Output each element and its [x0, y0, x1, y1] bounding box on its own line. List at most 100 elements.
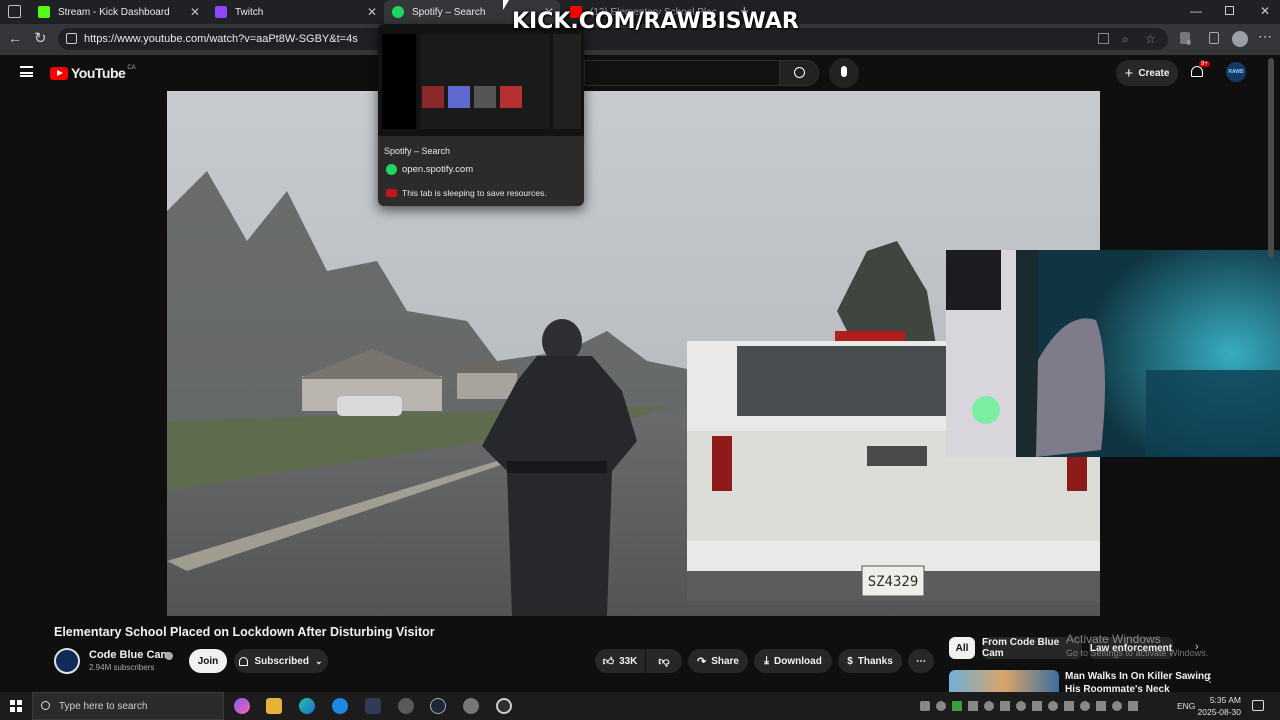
edge-icon[interactable] [299, 698, 315, 714]
plus-icon: + [1124, 64, 1134, 82]
profile-avatar[interactable] [1232, 31, 1248, 47]
thanks-button[interactable]: $ Thanks [838, 649, 902, 673]
voice-search-button[interactable] [829, 58, 859, 88]
tab-twitch[interactable]: Twitch ✕ [207, 0, 383, 24]
download-label: Download [774, 655, 822, 667]
obs-icon[interactable] [496, 698, 512, 714]
thumbs-up-icon: 👍︎ [602, 655, 615, 668]
youtube-header: YouTube CA + Create 9+ RAWB [0, 55, 1280, 91]
app-icon-blue[interactable] [332, 698, 348, 714]
like-count: 33K [619, 655, 638, 667]
puzzle-icon[interactable] [1209, 32, 1219, 44]
tab-preview-domain: open.spotify.com [402, 164, 474, 175]
minimize-icon[interactable]: — [1190, 4, 1202, 18]
clock-time[interactable]: 5:35 AM [1205, 695, 1241, 705]
recommended-title-line2[interactable]: His Roommate's Neck [1065, 684, 1170, 692]
app-icon-dark[interactable] [365, 698, 381, 714]
sleeping-tab-icon [386, 189, 397, 197]
page-scrollbar[interactable] [1268, 58, 1274, 688]
create-button[interactable]: + Create [1116, 60, 1178, 86]
clock-date[interactable]: 2025-08-30 [1197, 707, 1241, 717]
extension-badge: 8 [1187, 40, 1191, 47]
close-tab-icon[interactable]: ✕ [367, 5, 377, 19]
create-label: Create [1138, 67, 1170, 79]
webcam-frame [946, 250, 1280, 457]
system-tray-icons[interactable] [920, 701, 1170, 711]
tab-label: Stream - Kick Dashboard [58, 6, 170, 18]
taskbar-search-box[interactable]: Type here to search [32, 692, 224, 720]
youtube-logo[interactable]: YouTube CA [50, 65, 136, 81]
spotify-icon [392, 6, 404, 18]
subscribed-button[interactable]: Subscribed ⌄ [234, 649, 328, 673]
region-code: CA [127, 65, 136, 71]
close-tab-icon[interactable]: ✕ [190, 5, 200, 19]
recommended-title-line1[interactable]: Man Walks In On Killer Sawing [1065, 671, 1210, 682]
download-button[interactable]: ⤓ Download [754, 649, 832, 673]
more-menu-icon[interactable]: ⋯ [1258, 28, 1272, 45]
kick-icon [38, 6, 50, 18]
youtube-logo-text: YouTube [71, 65, 126, 81]
like-button[interactable]: 👍︎ 33K [595, 649, 645, 673]
bell-icon [239, 656, 249, 666]
search-input[interactable] [584, 60, 779, 86]
bell-icon [1191, 66, 1203, 77]
search-icon [794, 67, 805, 78]
dislike-button[interactable]: 👎︎ [646, 649, 682, 673]
join-button[interactable]: Join [189, 649, 227, 673]
tab-actions-icon[interactable] [8, 5, 21, 18]
split-screen-icon[interactable] [1098, 33, 1109, 44]
spotify-icon [386, 164, 397, 175]
site-info-icon[interactable] [66, 33, 77, 44]
more-icon: ⋯ [916, 655, 926, 667]
file-explorer-icon[interactable] [266, 698, 282, 714]
more-actions-button[interactable]: ⋯ [908, 649, 934, 673]
chip-label: All [955, 642, 969, 654]
user-avatar[interactable]: RAWB [1226, 62, 1246, 82]
thanks-icon: $ [847, 655, 853, 667]
tab-kick-dashboard[interactable]: Stream - Kick Dashboard ✕ [30, 0, 206, 24]
notification-badge: 9+ [1199, 61, 1210, 67]
channel-avatar[interactable] [54, 648, 80, 674]
search-icon [41, 701, 50, 710]
license-plate: SZ4329 [868, 574, 919, 590]
channel-name[interactable]: Code Blue Cam [89, 649, 170, 661]
notification-center-icon[interactable] [1252, 700, 1264, 711]
tab-preview-thumbnail [378, 24, 584, 136]
recommended-thumbnail[interactable] [949, 670, 1059, 692]
taskbar-search-placeholder: Type here to search [59, 701, 148, 712]
share-button[interactable]: ↷ Share [688, 649, 748, 673]
app-icon-grey[interactable] [463, 698, 479, 714]
tab-preview-title: Spotify – Search [384, 146, 451, 156]
recommended-menu-icon[interactable]: ⋮ [1204, 671, 1216, 685]
thumbs-down-icon: 👎︎ [658, 655, 670, 668]
scrollbar-thumb[interactable] [1268, 58, 1274, 258]
search-button[interactable] [779, 60, 819, 86]
youtube-play-icon [50, 66, 68, 80]
windows-start-icon[interactable] [10, 700, 22, 712]
activate-windows-subtitle: Go to Settings to activate Windows. [1066, 648, 1209, 658]
copilot-icon[interactable] [234, 698, 250, 714]
cursor-icon [503, 0, 509, 10]
zoom-icon[interactable]: ⌕ [1122, 28, 1129, 50]
share-icon: ↷ [696, 655, 707, 668]
language-indicator[interactable]: ENG [1177, 701, 1195, 711]
notifications-button[interactable]: 9+ [1190, 61, 1210, 80]
stream-overlay-text: KICK.COM/RAWBISWAR [512, 9, 799, 34]
activate-windows-title: Activate Windows [1066, 632, 1161, 646]
subscriber-count: 2.94M subscribers [89, 663, 155, 672]
maximize-icon[interactable] [1225, 6, 1234, 15]
microphone-icon [841, 66, 847, 77]
chip-all[interactable]: All [949, 637, 975, 659]
favorite-icon[interactable]: ☆ [1145, 28, 1156, 50]
verified-icon [165, 652, 173, 660]
settings-icon[interactable] [398, 698, 414, 714]
download-icon: ⤓ [764, 654, 770, 667]
close-window-icon[interactable]: ✕ [1260, 4, 1270, 18]
refresh-icon[interactable]: ↻ [34, 29, 47, 47]
subscribed-label: Subscribed [254, 655, 309, 667]
steam-icon[interactable] [430, 698, 446, 714]
back-icon[interactable]: ← [8, 30, 22, 46]
menu-icon[interactable] [20, 66, 33, 77]
twitch-icon [215, 6, 227, 18]
tab-preview-popup: Spotify – Search open.spotify.com This t… [378, 24, 584, 206]
